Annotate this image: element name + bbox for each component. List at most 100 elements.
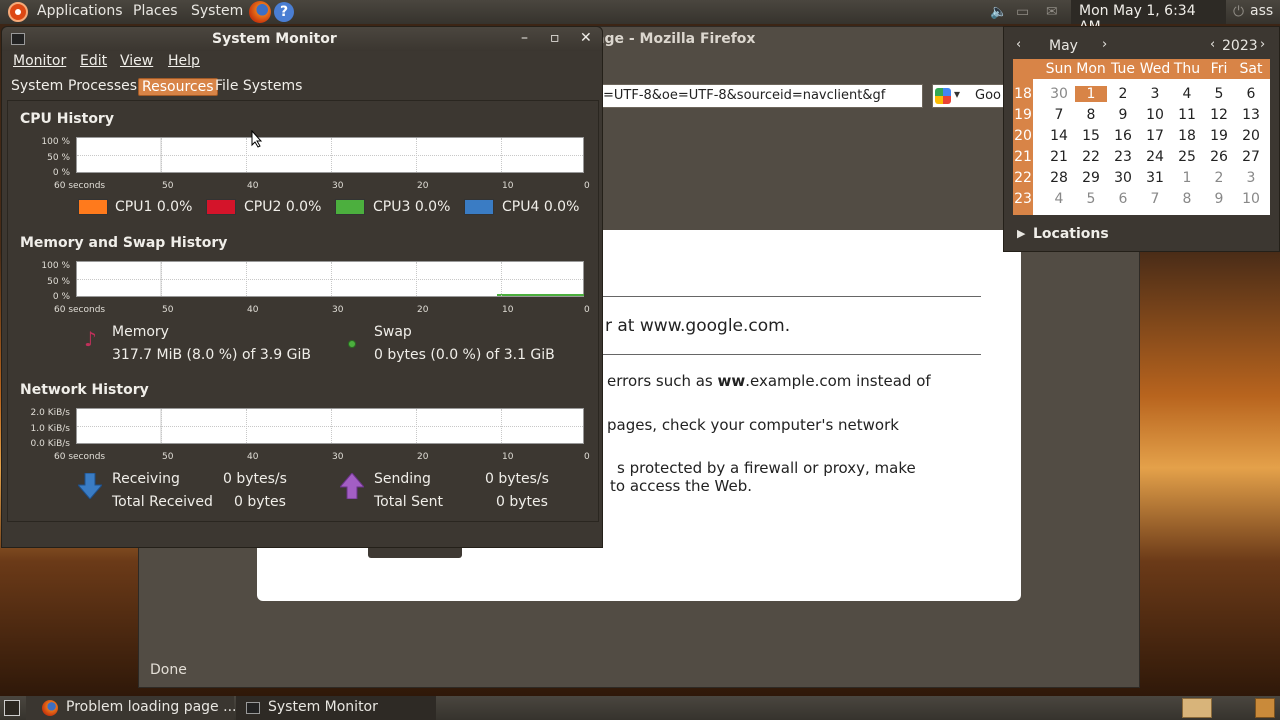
grid-line bbox=[331, 138, 332, 172]
calendar-day[interactable]: 19 bbox=[1203, 128, 1235, 144]
calendar-day[interactable]: 21 bbox=[1043, 149, 1075, 165]
calendar-day[interactable]: 9 bbox=[1203, 191, 1235, 207]
user-name[interactable]: ass bbox=[1250, 3, 1273, 19]
close-icon[interactable]: ✕ bbox=[580, 30, 592, 46]
calendar-day[interactable]: 5 bbox=[1203, 86, 1235, 102]
menu-monitor[interactable]: Monitor bbox=[13, 53, 66, 69]
grid-line bbox=[501, 138, 502, 172]
power-icon[interactable]: ⏻ bbox=[1233, 4, 1244, 20]
x-tick-label: 60 seconds bbox=[54, 452, 106, 462]
calendar-day[interactable]: 6 bbox=[1235, 86, 1267, 102]
calendar-day[interactable]: 18 bbox=[1171, 128, 1203, 144]
calendar-day[interactable]: 28 bbox=[1043, 170, 1075, 186]
url-bar[interactable]: =UTF-8&oe=UTF-8&sourceid=navclient&gf bbox=[598, 84, 923, 108]
calendar-day[interactable]: 3 bbox=[1235, 170, 1267, 186]
swap-gauge-icon[interactable] bbox=[348, 340, 356, 348]
calendar-day[interactable]: 27 bbox=[1235, 149, 1267, 165]
trash-icon[interactable] bbox=[1255, 698, 1275, 718]
system-monitor-app-icon[interactable] bbox=[11, 33, 25, 45]
help-icon[interactable]: ? bbox=[274, 2, 294, 22]
workspace-switcher[interactable] bbox=[1182, 698, 1212, 718]
calendar-day[interactable]: 2 bbox=[1107, 86, 1139, 102]
cpu1-color-swatch[interactable] bbox=[78, 199, 108, 215]
calendar-day[interactable]: 26 bbox=[1203, 149, 1235, 165]
calendar-day[interactable]: 3 bbox=[1139, 86, 1171, 102]
network-icon[interactable]: ▭ bbox=[1016, 4, 1029, 20]
menu-help[interactable]: Help bbox=[168, 53, 200, 69]
next-year-icon[interactable]: › bbox=[1260, 37, 1265, 52]
title-bar[interactable]: System Monitor – ▫ ✕ bbox=[2, 27, 602, 51]
locations-label[interactable]: Locations bbox=[1033, 226, 1109, 242]
mail-icon[interactable]: ✉ bbox=[1046, 4, 1058, 20]
calendar-day[interactable]: 15 bbox=[1075, 128, 1107, 144]
receiving-label: Receiving bbox=[112, 471, 180, 487]
taskbar-item-system-monitor[interactable]: System Monitor bbox=[236, 696, 436, 720]
calendar-day[interactable]: 7 bbox=[1043, 107, 1075, 123]
calendar-day[interactable]: 30 bbox=[1043, 86, 1075, 102]
cpu4-color-swatch[interactable] bbox=[464, 199, 494, 215]
applications-menu[interactable]: Applications bbox=[37, 3, 123, 19]
tab-system[interactable]: System bbox=[8, 78, 66, 94]
calendar-day[interactable]: 25 bbox=[1171, 149, 1203, 165]
calendar-day[interactable]: 10 bbox=[1139, 107, 1171, 123]
calendar-day[interactable]: 23 bbox=[1107, 149, 1139, 165]
calendar-day[interactable]: 30 bbox=[1107, 170, 1139, 186]
calendar-day[interactable]: 12 bbox=[1203, 107, 1235, 123]
calendar-day[interactable]: 13 bbox=[1235, 107, 1267, 123]
google-search-engine-icon[interactable] bbox=[935, 88, 951, 104]
cpu2-color-swatch[interactable] bbox=[206, 199, 236, 215]
places-menu[interactable]: Places bbox=[133, 3, 178, 19]
calendar-day[interactable]: 2 bbox=[1203, 170, 1235, 186]
minimize-icon[interactable]: – bbox=[521, 30, 528, 46]
calendar-day[interactable]: 22 bbox=[1075, 149, 1107, 165]
cpu-y-tick-0: 0 % bbox=[52, 168, 70, 178]
cpu1-value: 0.0% bbox=[156, 199, 193, 215]
ubuntu-logo-icon[interactable] bbox=[8, 2, 28, 22]
net-y-tick-2: 2.0 KiB/s bbox=[30, 408, 70, 418]
show-desktop-icon[interactable] bbox=[4, 700, 20, 716]
calendar-day[interactable]: 24 bbox=[1139, 149, 1171, 165]
tab-resources[interactable]: Resources bbox=[138, 78, 218, 96]
calendar-day[interactable]: 10 bbox=[1235, 191, 1267, 207]
calendar-day[interactable]: 31 bbox=[1139, 170, 1171, 186]
top-panel: Applications Places System ? 🔈 ▭ ✉ Mon M… bbox=[0, 0, 1280, 35]
volume-icon[interactable]: 🔈 bbox=[990, 4, 1007, 20]
calendar-day[interactable]: 14 bbox=[1043, 128, 1075, 144]
calendar-day[interactable]: 9 bbox=[1107, 107, 1139, 123]
menu-view[interactable]: View bbox=[120, 53, 153, 69]
calendar-day[interactable]: 4 bbox=[1043, 191, 1075, 207]
calendar-day[interactable]: 5 bbox=[1075, 191, 1107, 207]
calendar-day[interactable]: 20 bbox=[1235, 128, 1267, 144]
firefox-launcher-icon[interactable] bbox=[249, 1, 271, 23]
cpu3-color-swatch[interactable] bbox=[335, 199, 365, 215]
memory-gauge-icon[interactable]: ♪ bbox=[84, 327, 98, 353]
grid-line bbox=[331, 409, 332, 443]
chevron-down-icon[interactable]: ▾ bbox=[954, 87, 960, 101]
calendar-day[interactable]: 29 bbox=[1075, 170, 1107, 186]
tab-file-systems[interactable]: File Systems bbox=[212, 78, 305, 94]
calendar-day[interactable]: 8 bbox=[1075, 107, 1107, 123]
sending-arrow-icon[interactable] bbox=[338, 472, 366, 500]
calendar-day[interactable]: 1 bbox=[1171, 170, 1203, 186]
calendar-day[interactable]: 11 bbox=[1171, 107, 1203, 123]
maximize-icon[interactable]: ▫ bbox=[550, 30, 560, 46]
calendar-day[interactable]: 7 bbox=[1139, 191, 1171, 207]
cpu-history-title: CPU History bbox=[20, 111, 114, 127]
tab-processes[interactable]: Processes bbox=[65, 78, 140, 94]
calendar-day[interactable]: 17 bbox=[1139, 128, 1171, 144]
menu-edit[interactable]: Edit bbox=[80, 53, 107, 69]
menu-view-label: View bbox=[120, 53, 154, 69]
search-text: Goo bbox=[975, 88, 1001, 103]
next-month-icon[interactable]: › bbox=[1102, 37, 1107, 52]
prev-year-icon[interactable]: ‹ bbox=[1210, 37, 1215, 52]
calendar-day[interactable]: 16 bbox=[1107, 128, 1139, 144]
system-menu[interactable]: System bbox=[191, 3, 243, 19]
prev-month-icon[interactable]: ‹ bbox=[1016, 37, 1021, 52]
calendar-day[interactable]: 8 bbox=[1171, 191, 1203, 207]
clock[interactable]: Mon May 1, 6:34 AM bbox=[1071, 0, 1226, 35]
calendar-day[interactable]: 4 bbox=[1171, 86, 1203, 102]
receiving-arrow-icon[interactable] bbox=[76, 472, 104, 500]
calendar-day-selected[interactable]: 1 bbox=[1075, 86, 1107, 102]
locations-expander-icon[interactable]: ▶ bbox=[1017, 227, 1025, 240]
calendar-day[interactable]: 6 bbox=[1107, 191, 1139, 207]
